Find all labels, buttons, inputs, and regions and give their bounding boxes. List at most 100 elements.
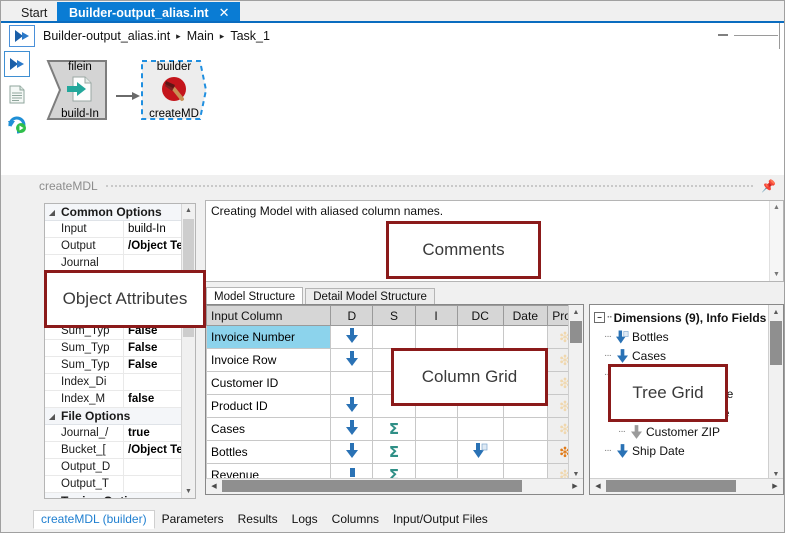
node-builder[interactable]: builder createMD bbox=[140, 59, 208, 121]
cell-i[interactable] bbox=[415, 326, 457, 349]
cell-d[interactable] bbox=[331, 372, 373, 395]
cell-input-column[interactable]: Cases bbox=[207, 418, 331, 441]
tree-grid-vertical-scrollbar[interactable]: ▲ ▼ bbox=[768, 305, 783, 481]
refresh-history-icon[interactable] bbox=[4, 111, 30, 137]
scroll-down-icon[interactable]: ▼ bbox=[182, 485, 195, 498]
property-group-row[interactable]: ▹ Tuning Options bbox=[45, 493, 183, 499]
property-value[interactable]: /Object Tes bbox=[123, 442, 183, 458]
cell-input-column[interactable]: Invoice Row bbox=[207, 349, 331, 372]
workflow-canvas[interactable]: filein build-In builder bbox=[33, 49, 784, 175]
scroll-up-icon[interactable]: ▲ bbox=[182, 204, 195, 217]
tree-node[interactable]: ··· Customer ZIP bbox=[590, 422, 783, 441]
tab-model-structure[interactable]: Model Structure bbox=[206, 287, 303, 305]
cell-input-column[interactable]: Bottles bbox=[207, 441, 331, 464]
expander-icon[interactable]: ◢ bbox=[45, 208, 59, 217]
object-attributes-property-grid[interactable]: ◢ Common Options Input build-In Output /… bbox=[44, 203, 196, 499]
property-value[interactable]: False bbox=[123, 340, 183, 356]
property-value[interactable]: False bbox=[123, 357, 183, 373]
property-grid-scrollbar[interactable]: ▲ ▼ bbox=[181, 204, 195, 498]
column-grid-vertical-scrollbar[interactable]: ▲ ▼ bbox=[568, 305, 583, 481]
property-value[interactable] bbox=[123, 459, 183, 475]
property-value[interactable] bbox=[123, 374, 183, 390]
property-row[interactable]: Bucket_[ /Object Tes bbox=[45, 442, 183, 459]
cell-input-column[interactable]: Customer ID bbox=[207, 372, 331, 395]
scroll-right-icon[interactable]: ▶ bbox=[768, 479, 782, 493]
tree-node[interactable]: ··· Bottles bbox=[590, 327, 783, 346]
property-value[interactable] bbox=[123, 255, 183, 271]
cell-dc[interactable] bbox=[457, 418, 503, 441]
pin-icon[interactable]: 📌 bbox=[761, 180, 776, 192]
cell-date[interactable] bbox=[503, 418, 547, 441]
column-header-input-column[interactable]: Input Column bbox=[207, 306, 331, 326]
property-group-row[interactable]: ◢ File Options bbox=[45, 408, 183, 425]
scroll-left-icon[interactable]: ◀ bbox=[591, 479, 605, 493]
table-row[interactable]: Bottles Σ ❇ bbox=[207, 441, 583, 464]
cell-s[interactable] bbox=[373, 326, 415, 349]
scrollbar-thumb[interactable] bbox=[222, 480, 522, 492]
scroll-down-icon[interactable]: ▼ bbox=[770, 268, 783, 281]
run-play-icon[interactable] bbox=[4, 51, 30, 77]
property-value[interactable]: false bbox=[123, 391, 183, 407]
tree-node[interactable]: ··· Cases bbox=[590, 346, 783, 365]
property-row[interactable]: Journal_/ true bbox=[45, 425, 183, 442]
cell-i[interactable] bbox=[415, 441, 457, 464]
table-row[interactable]: Invoice Number ❇ bbox=[207, 326, 583, 349]
property-row[interactable]: Sum_Typ False bbox=[45, 340, 183, 357]
property-group-row[interactable]: ◢ Common Options bbox=[45, 204, 183, 221]
bottom-tab-createmdl[interactable]: createMDL (builder) bbox=[33, 510, 155, 529]
expander-icon[interactable]: ◢ bbox=[45, 412, 59, 421]
comments-scrollbar[interactable]: ▲ ▼ bbox=[769, 201, 783, 281]
property-row[interactable]: Index_M false bbox=[45, 391, 183, 408]
column-header-s[interactable]: S bbox=[373, 306, 415, 326]
property-row[interactable]: Index_Di bbox=[45, 374, 183, 391]
tree-node[interactable]: ··· Ship Date bbox=[590, 441, 783, 460]
cell-date[interactable] bbox=[503, 326, 547, 349]
column-header-date[interactable]: Date bbox=[503, 306, 547, 326]
column-grid-horizontal-scrollbar[interactable]: ◀ ▶ bbox=[206, 478, 583, 494]
scrollbar-thumb[interactable] bbox=[770, 321, 782, 365]
cell-d[interactable] bbox=[331, 418, 373, 441]
property-row[interactable]: Sum_Typ False bbox=[45, 357, 183, 374]
breadcrumb-item-1[interactable]: Main bbox=[187, 29, 214, 43]
breadcrumb-item-2[interactable]: Task_1 bbox=[230, 29, 270, 43]
property-row[interactable]: Output /Object Tes bbox=[45, 238, 183, 255]
cell-input-column[interactable]: Invoice Number bbox=[207, 326, 331, 349]
property-value[interactable]: true bbox=[123, 425, 183, 441]
property-value[interactable]: /Object Tes bbox=[123, 238, 183, 254]
tree-root-node[interactable]: − ·· Dimensions (9), Info Fields (: bbox=[590, 308, 783, 327]
table-row[interactable]: Cases Σ ❇ bbox=[207, 418, 583, 441]
scroll-up-icon[interactable]: ▲ bbox=[769, 305, 783, 319]
bottom-tab-logs[interactable]: Logs bbox=[285, 510, 325, 529]
cell-date[interactable] bbox=[503, 441, 547, 464]
tab-detail-model-structure[interactable]: Detail Model Structure bbox=[305, 288, 435, 305]
scrollbar-thumb[interactable] bbox=[570, 321, 582, 343]
bottom-tab-results[interactable]: Results bbox=[231, 510, 285, 529]
cell-i[interactable] bbox=[415, 418, 457, 441]
property-value[interactable] bbox=[123, 476, 183, 492]
cell-d[interactable] bbox=[331, 349, 373, 372]
expander-icon[interactable]: ▹ bbox=[45, 497, 59, 500]
breadcrumb-item-0[interactable]: Builder-output_alias.int bbox=[43, 29, 170, 43]
bottom-tab-columns[interactable]: Columns bbox=[325, 510, 386, 529]
tree-grid-horizontal-scrollbar[interactable]: ◀ ▶ bbox=[590, 478, 783, 494]
minimize-button[interactable] bbox=[718, 34, 728, 36]
column-header-d[interactable]: D bbox=[331, 306, 373, 326]
cell-d[interactable] bbox=[331, 441, 373, 464]
property-row[interactable]: Output_T bbox=[45, 476, 183, 493]
cell-s[interactable]: Σ bbox=[373, 418, 415, 441]
cell-dc[interactable] bbox=[457, 441, 503, 464]
scroll-up-icon[interactable]: ▲ bbox=[569, 305, 583, 319]
run-play-icon[interactable] bbox=[9, 25, 35, 47]
document-icon[interactable] bbox=[4, 81, 30, 107]
bottom-tab-input-output-files[interactable]: Input/Output Files bbox=[386, 510, 495, 529]
collapse-toggle-icon[interactable]: − bbox=[594, 312, 605, 323]
cell-s[interactable]: Σ bbox=[373, 441, 415, 464]
cell-d[interactable] bbox=[331, 326, 373, 349]
property-row[interactable]: Input build-In bbox=[45, 221, 183, 238]
column-header-i[interactable]: I bbox=[415, 306, 457, 326]
scrollbar-thumb[interactable] bbox=[606, 480, 736, 492]
bottom-tab-parameters[interactable]: Parameters bbox=[155, 510, 231, 529]
property-row[interactable]: Output_D bbox=[45, 459, 183, 476]
cell-dc[interactable] bbox=[457, 326, 503, 349]
scroll-left-icon[interactable]: ◀ bbox=[207, 479, 221, 493]
